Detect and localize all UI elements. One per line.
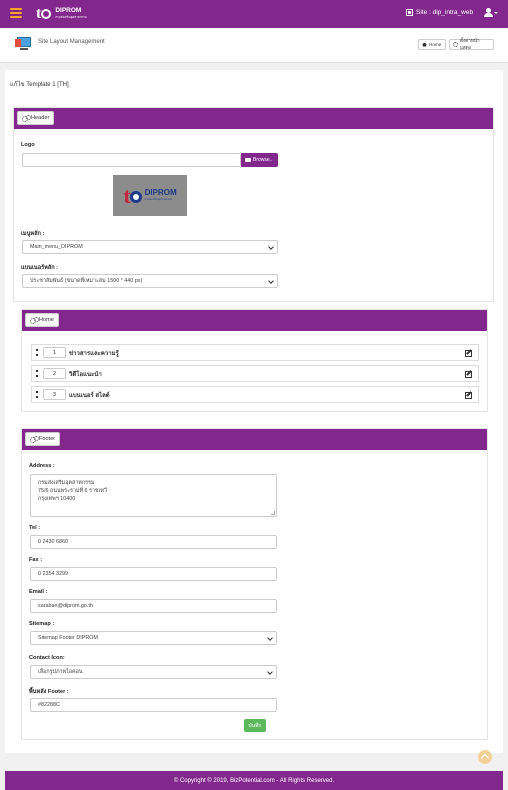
template-title: แก้ไข Template 1 [TH]: [10, 82, 69, 88]
home-icon: [422, 42, 427, 47]
chevron-down-icon: [267, 635, 273, 641]
main-menu-value: Main_menu_DIPROM: [30, 244, 83, 250]
edit-icon[interactable]: [465, 370, 472, 378]
email-field[interactable]: saraban@diprom.go.th: [30, 599, 277, 613]
chevron-down-icon: [268, 278, 274, 284]
list-item-label: วิดีโอแนะนำ: [69, 371, 102, 378]
brand-logo[interactable]: t DIPROM กรมส่งเสริมอุตสาหกรรม: [36, 5, 87, 23]
brand-logo-text: DIPROM กรมส่งเสริมอุตสาหกรรม: [55, 7, 87, 19]
copyright-text: © Copyright © 2019, BizPotential.com - A…: [173, 777, 335, 784]
drag-handle-icon[interactable]: [36, 391, 38, 398]
header-section-button[interactable]: Header: [17, 111, 55, 125]
logo-preview-image: t DIPROM กรมส่งเสริมอุตสาหกรรม: [113, 175, 187, 216]
page-title: Site Layout Management: [38, 39, 105, 45]
browse-button-label: Browse..: [253, 157, 273, 163]
tel-field[interactable]: 0 2430 6860: [30, 535, 277, 549]
footer-section-bar: Footer: [22, 429, 487, 450]
main-banner-select[interactable]: ประชาสัมพันธ์ (ขนาดที่เหมาะสม 1500 * 440…: [22, 274, 278, 288]
main-banner-value: ประชาสัมพันธ์ (ขนาดที่เหมาะสม 1500 * 440…: [30, 278, 143, 284]
contact-icon-select[interactable]: เลือกรูปภาพไอคอน: [30, 665, 277, 679]
home-section: Home 1 ข่าวสารและความรู้ 2 วิดีโอแนะนำ 3…: [21, 309, 488, 412]
footer-bg-field[interactable]: #82288C: [30, 698, 277, 712]
logo-preview-mark: t: [123, 183, 142, 209]
page-footer: © Copyright © 2019, BizPotential.com - A…: [5, 771, 503, 790]
cogs-icon: [22, 115, 31, 122]
address-line: 75/6 ถนนพระรามที่ 6 ราชเทวี: [38, 488, 107, 494]
address-textarea[interactable]: กรมส่งเสริมอุตสาหกรรม 75/6 ถนนพระรามที่ …: [30, 474, 277, 517]
address-label: Address :: [29, 463, 55, 469]
hamburger-icon[interactable]: [10, 8, 22, 18]
resize-grip-icon[interactable]: [271, 511, 275, 515]
layout-management-icon: [15, 37, 32, 51]
cogs-icon: [30, 317, 39, 324]
sitemap-label: Sitemap :: [29, 621, 55, 627]
list-item-label: ข่าวสารและความรู้: [69, 350, 119, 357]
logo-file-input[interactable]: [22, 153, 241, 167]
address-line: กรุงเทพฯ 10400: [38, 496, 76, 502]
scroll-to-top-button[interactable]: [478, 750, 492, 764]
header-section-button-label: Header: [31, 115, 50, 121]
main-menu-select[interactable]: Main_menu_DIPROM: [22, 240, 278, 254]
logo-label: Logo: [21, 142, 35, 148]
home-section-bar: Home: [22, 310, 487, 331]
home-button-label: Home: [429, 42, 442, 47]
user-menu-icon[interactable]: [484, 8, 498, 18]
contact-icon-value: เลือกรูปภาพไอคอน: [38, 669, 83, 675]
home-button[interactable]: Home: [418, 39, 446, 50]
footer-section-button-label: Footer: [39, 436, 56, 442]
cogs-icon: [30, 436, 39, 443]
list-item[interactable]: 2 วิดีโอแนะนำ: [31, 365, 479, 382]
chevron-down-icon: [268, 244, 274, 250]
page-header: Site Layout Management Home ตั้งค่าหน้าแ…: [0, 28, 508, 63]
sitemap-select[interactable]: Sitemap Footer DIPROM: [30, 631, 277, 645]
top-navbar: t DIPROM กรมส่งเสริมอุตสาหกรรม Site : dip…: [0, 0, 508, 28]
browse-button[interactable]: Browse..: [241, 153, 278, 167]
site-selector[interactable]: Site : dip_intra_web: [406, 9, 473, 16]
main-banner-label: แบนเนอร์หลัก :: [21, 265, 58, 271]
sitemap-value: Sitemap Footer DIPROM: [38, 635, 98, 641]
list-item[interactable]: 3 แบนเนอร์ สไลด์: [31, 386, 479, 403]
home-section-button[interactable]: Home: [25, 313, 59, 327]
chevron-down-icon: [267, 669, 273, 675]
order-input[interactable]: 1: [43, 347, 66, 358]
header-section-bar: Header: [14, 108, 493, 129]
gear-icon: [453, 42, 458, 47]
tel-label: Tel :: [29, 525, 41, 531]
page-settings-button[interactable]: ตั้งค่าหน้าแสดง: [449, 37, 494, 50]
order-input[interactable]: 2: [43, 368, 66, 379]
footer-section: Footer Address : กรมส่งเสริมอุตสาหกรรม 7…: [21, 428, 488, 740]
drag-handle-icon[interactable]: [36, 349, 38, 356]
footer-section-button[interactable]: Footer: [25, 432, 61, 446]
logo-preview-text: DIPROM กรมส่งเสริมอุตสาหกรรม: [144, 187, 177, 201]
main-content: แก้ไข Template 1 [TH] Header Logo Browse…: [5, 70, 503, 753]
save-button[interactable]: บันทึก: [244, 719, 266, 732]
list-item-label: แบนเนอร์ สไลด์: [69, 392, 110, 399]
site-label: Site : dip_intra_web: [416, 9, 474, 16]
brand-logo-mark: t: [36, 5, 52, 23]
drag-handle-icon[interactable]: [36, 370, 38, 377]
address-line: กรมส่งเสริมอุตสาหกรรม: [38, 480, 95, 486]
header-section: Header Logo Browse.. t DIPROM กรมส่งเสริม…: [13, 107, 494, 302]
edit-icon[interactable]: [465, 349, 472, 357]
fax-label: Fax :: [29, 557, 43, 563]
site-icon: [406, 9, 413, 16]
fax-field[interactable]: 0 2354 3299: [30, 567, 277, 581]
list-item[interactable]: 1 ข่าวสารและความรู้: [31, 344, 479, 361]
main-menu-label: เมนูหลัก :: [21, 231, 45, 237]
email-label: Email :: [29, 589, 48, 595]
order-input[interactable]: 3: [43, 389, 66, 400]
contact-icon-label: Contact Icon:: [29, 655, 65, 661]
footer-bg-label: พื้นหลัง Footer :: [29, 689, 69, 695]
folder-icon: [245, 158, 251, 162]
page-settings-label: ตั้งค่าหน้าแสดง: [459, 37, 480, 50]
edit-icon[interactable]: [465, 391, 472, 399]
home-section-button-label: Home: [39, 317, 54, 323]
